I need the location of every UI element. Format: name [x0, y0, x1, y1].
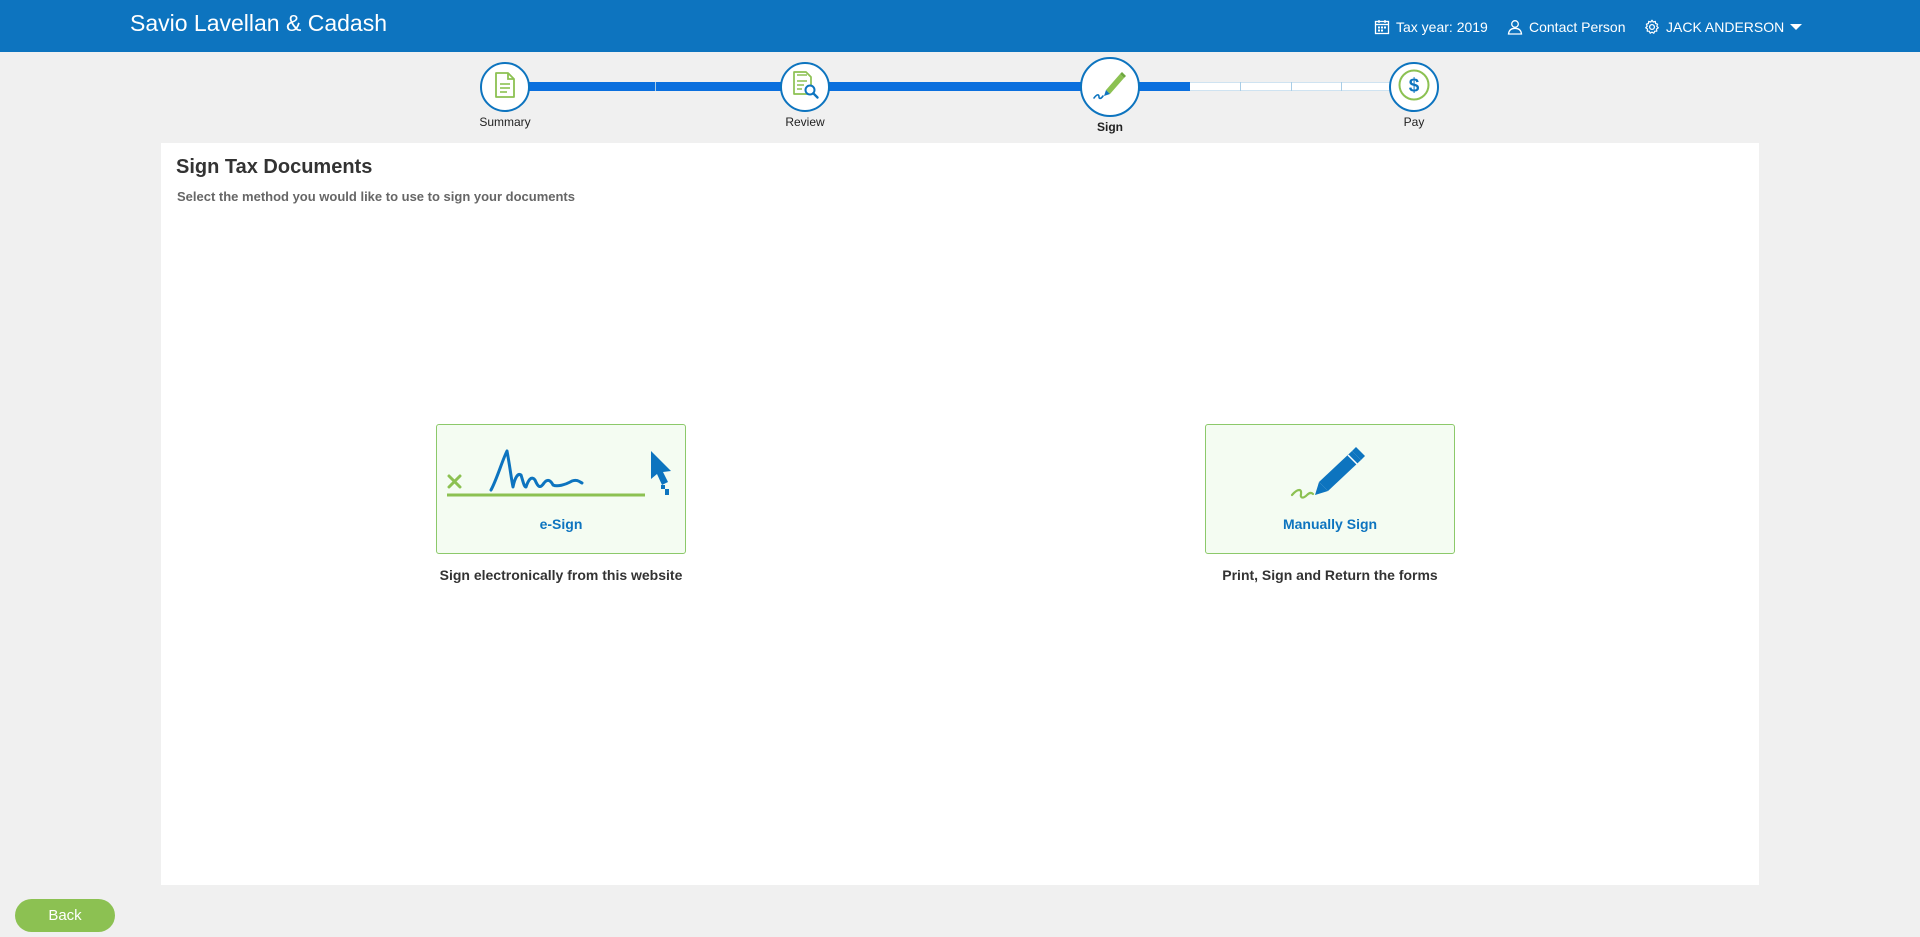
step-label: Pay — [1403, 115, 1425, 129]
esign-card-title: e-Sign — [539, 516, 583, 532]
step-label: Sign — [1097, 120, 1123, 134]
esign-option: e-Sign Sign electronically from this web… — [436, 424, 686, 583]
dollar-icon: $ — [1397, 68, 1431, 107]
pen-icon — [1288, 445, 1374, 510]
step-label: Summary — [479, 115, 531, 129]
main-panel: Sign Tax Documents Select the method you… — [161, 143, 1759, 885]
step-sign-circle — [1080, 57, 1140, 117]
progress-stepper: Summary Review Sign $ Pay — [0, 52, 1920, 142]
esignature-icon — [447, 447, 677, 512]
brand-name: Savio Lavellan & Cadash — [130, 10, 387, 36]
gear-icon — [1644, 19, 1660, 35]
step-sign[interactable]: Sign — [1050, 57, 1170, 134]
pen-signature-icon — [1092, 68, 1128, 107]
step-review[interactable]: Review — [755, 62, 855, 129]
manual-sign-card[interactable]: Manually Sign — [1205, 424, 1455, 554]
tax-year-label: Tax year: 2019 — [1396, 19, 1488, 35]
esign-description: Sign electronically from this website — [439, 567, 683, 583]
back-button[interactable]: Back — [15, 899, 115, 932]
step-pay-circle: $ — [1389, 62, 1439, 112]
page-title: Sign Tax Documents — [176, 156, 373, 178]
contact-person-link[interactable]: Contact Person — [1507, 19, 1626, 35]
manual-sign-card-title: Manually Sign — [1282, 516, 1378, 532]
step-summary-circle — [480, 62, 530, 112]
top-header: Savio Lavellan & Cadash Tax year: 2019 C… — [0, 0, 1920, 52]
user-name: JACK ANDERSON — [1666, 19, 1785, 35]
progress-divider — [1341, 82, 1342, 91]
progress-divider — [1291, 82, 1292, 91]
user-menu[interactable]: JACK ANDERSON — [1644, 19, 1803, 35]
progress-divider — [1240, 82, 1241, 91]
caret-down-icon — [1790, 23, 1803, 31]
step-label: Review — [785, 115, 825, 129]
document-icon — [493, 71, 517, 104]
calendar-icon — [1374, 19, 1390, 35]
manual-sign-description: Print, Sign and Return the forms — [1222, 567, 1438, 583]
progress-divider — [655, 82, 656, 91]
step-review-circle — [780, 62, 830, 112]
manual-sign-option: Manually Sign Print, Sign and Return the… — [1205, 424, 1455, 583]
step-pay[interactable]: $ Pay — [1364, 62, 1464, 129]
tax-year-selector[interactable]: Tax year: 2019 — [1374, 19, 1488, 35]
esign-card[interactable]: e-Sign — [436, 424, 686, 554]
user-icon — [1507, 19, 1523, 35]
svg-text:$: $ — [1409, 75, 1420, 96]
document-search-icon — [790, 70, 820, 105]
step-summary[interactable]: Summary — [455, 62, 555, 129]
contact-person-label: Contact Person — [1529, 19, 1626, 35]
page-subtitle: Select the method you would like to use … — [177, 189, 575, 204]
